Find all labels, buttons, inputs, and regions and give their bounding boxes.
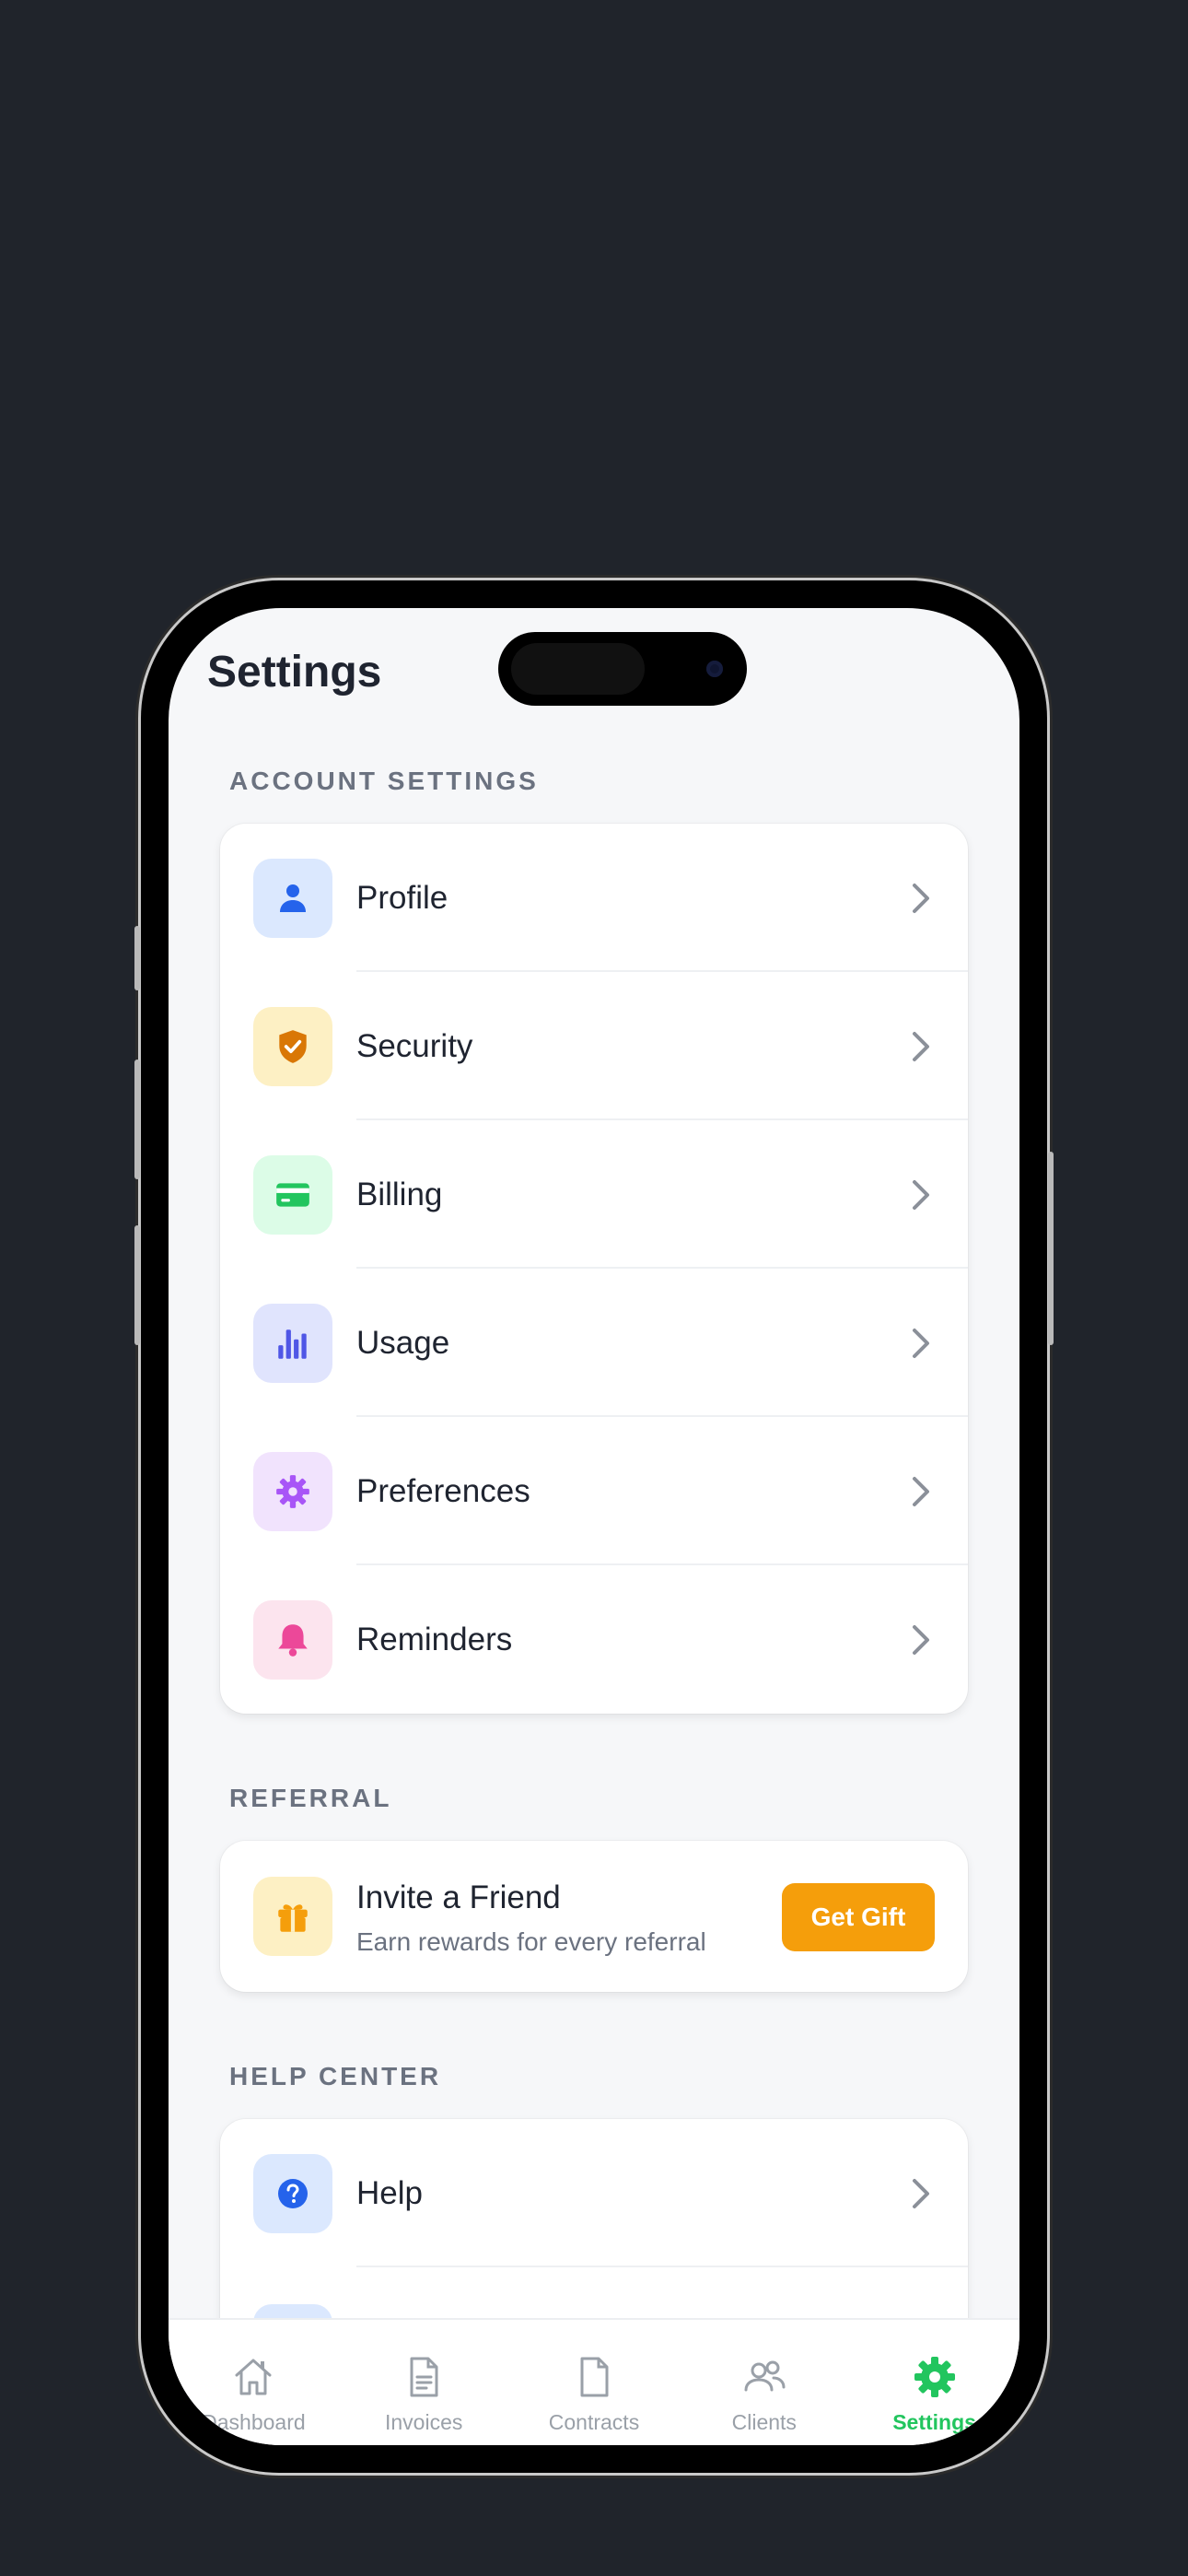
- shield-icon: [253, 1006, 332, 1086]
- volume-down-button: [134, 1225, 140, 1345]
- bell-icon: [253, 1599, 332, 1680]
- settings-item-label: Profile: [356, 879, 448, 916]
- file-icon: [580, 2357, 609, 2397]
- tab-label: Dashboard: [202, 2410, 306, 2434]
- settings-item-help[interactable]: Help: [220, 2119, 968, 2267]
- settings-item-label: Help: [356, 2174, 423, 2211]
- get-gift-button[interactable]: Get Gift: [782, 1883, 935, 1951]
- referral-subtitle: Earn rewards for every referral: [356, 1927, 706, 1956]
- dynamic-island: [498, 632, 747, 706]
- gear-icon: [914, 2357, 955, 2397]
- gift-icon: [253, 1877, 332, 1956]
- help-circle-icon: [253, 2153, 332, 2233]
- person-icon: [253, 858, 332, 938]
- section-label-referral: REFERRAL: [229, 1784, 392, 1812]
- tab-contracts[interactable]: Contracts: [509, 2320, 680, 2445]
- tab-label: Contracts: [548, 2410, 640, 2434]
- section-label-help: HELP CENTER: [229, 2062, 442, 2090]
- bottom-tab-bar: Dashboard Invoices Contracts Clients Set…: [169, 2318, 1019, 2445]
- users-icon: [744, 2360, 786, 2392]
- settings-item-billing[interactable]: Billing: [220, 1120, 968, 1269]
- tab-invoices[interactable]: Invoices: [339, 2320, 509, 2445]
- settings-item-reminders[interactable]: Reminders: [220, 1565, 968, 1714]
- settings-item-profile[interactable]: Profile: [220, 824, 968, 972]
- chevron-right-icon: [913, 1624, 929, 1655]
- silent-switch: [134, 926, 140, 990]
- settings-item-usage[interactable]: Usage: [220, 1269, 968, 1417]
- credit-card-icon: [253, 1154, 332, 1235]
- chevron-right-icon: [913, 1031, 929, 1061]
- tab-label: Settings: [892, 2410, 976, 2434]
- tab-clients[interactable]: Clients: [679, 2320, 849, 2445]
- power-button: [1048, 1152, 1054, 1345]
- chevron-right-icon: [913, 1476, 929, 1506]
- camera-icon: [706, 661, 723, 677]
- account-settings-card: Profile Security Billing Usage Preferenc…: [220, 824, 968, 1714]
- gear-icon: [253, 1451, 332, 1531]
- document-icon: [410, 2357, 438, 2397]
- app-screen: Settings ACCOUNT SETTINGS Profile Securi…: [169, 608, 1019, 2445]
- bar-chart-icon: [253, 1303, 332, 1383]
- settings-item-label: Security: [356, 1027, 473, 1064]
- chevron-right-icon: [913, 1179, 929, 1210]
- settings-item-label: Reminders: [356, 1621, 513, 1657]
- section-label-account: ACCOUNT SETTINGS: [229, 767, 539, 795]
- settings-item-label: Usage: [356, 1324, 450, 1361]
- chevron-right-icon: [913, 1328, 929, 1358]
- phone-frame: Settings ACCOUNT SETTINGS Profile Securi…: [134, 580, 1054, 2473]
- chevron-right-icon: [913, 2178, 929, 2208]
- tab-label: Clients: [731, 2410, 797, 2434]
- settings-item-label: Preferences: [356, 1472, 530, 1509]
- referral-card: Invite a Friend Earn rewards for every r…: [220, 1841, 968, 1992]
- tab-settings[interactable]: Settings: [849, 2320, 1019, 2445]
- volume-up-button: [134, 1060, 140, 1179]
- settings-item-label: Billing: [356, 1176, 443, 1212]
- settings-item-preferences[interactable]: Preferences: [220, 1417, 968, 1565]
- settings-item-security[interactable]: Security: [220, 972, 968, 1120]
- page-title: Settings: [207, 648, 382, 697]
- home-icon: [235, 2359, 272, 2395]
- chevron-right-icon: [913, 883, 929, 913]
- referral-title: Invite a Friend: [356, 1879, 561, 1915]
- tab-dashboard[interactable]: Dashboard: [169, 2320, 339, 2445]
- tab-label: Invoices: [385, 2410, 463, 2434]
